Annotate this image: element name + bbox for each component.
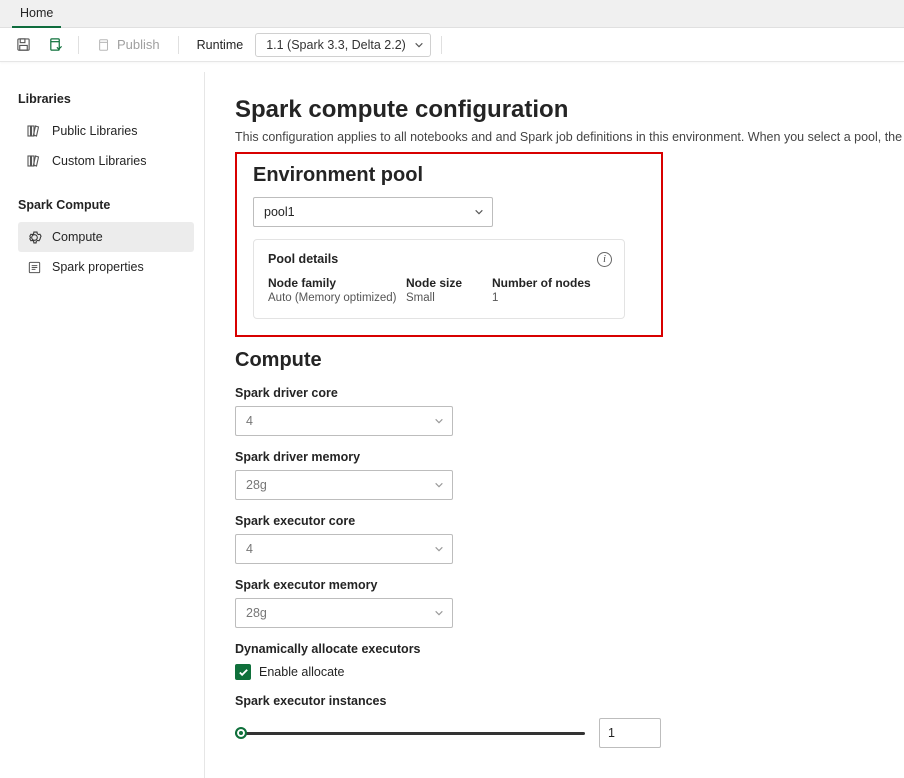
sidebar-item-custom-libraries[interactable]: Custom Libraries <box>18 146 194 176</box>
library-icon <box>26 153 42 169</box>
executor-instances-label: Spark executor instances <box>235 694 904 708</box>
toolbar: Publish Runtime 1.1 (Spark 3.3, Delta 2.… <box>0 28 904 62</box>
sidebar-item-compute[interactable]: Compute <box>18 222 194 252</box>
environment-pool-title: Environment pool <box>253 164 645 187</box>
environment-pool-highlight: Environment pool pool1 Pool details i No… <box>235 152 663 337</box>
driver-memory-select[interactable]: 28g <box>235 470 453 500</box>
toolbar-separator <box>441 36 442 54</box>
node-size-label: Node size <box>406 276 492 290</box>
chevron-down-icon <box>434 608 444 618</box>
enable-allocate-label: Enable allocate <box>259 665 344 679</box>
node-family-value: Auto (Memory optimized) <box>268 292 406 304</box>
tab-home[interactable]: Home <box>12 2 61 28</box>
slider-track <box>235 732 585 735</box>
chevron-down-icon <box>434 480 444 490</box>
runtime-select[interactable]: 1.1 (Spark 3.3, Delta 2.2) <box>255 33 431 57</box>
chevron-down-icon <box>434 416 444 426</box>
properties-icon <box>26 259 42 275</box>
save-icon[interactable] <box>10 32 36 58</box>
executor-memory-select[interactable]: 28g <box>235 598 453 628</box>
library-icon <box>26 123 42 139</box>
node-size-value: Small <box>406 292 492 304</box>
sidebar-item-label: Public Libraries <box>52 124 137 138</box>
discard-icon[interactable] <box>42 32 68 58</box>
publish-button: Publish <box>89 32 168 58</box>
driver-core-value: 4 <box>246 414 253 428</box>
runtime-value: 1.1 (Spark 3.3, Delta 2.2) <box>266 38 406 52</box>
publish-label: Publish <box>117 37 160 52</box>
pool-details-card: Pool details i Node family Auto (Memory … <box>253 239 625 319</box>
executor-core-value: 4 <box>246 542 253 556</box>
executor-core-select[interactable]: 4 <box>235 534 453 564</box>
sidebar-item-spark-properties[interactable]: Spark properties <box>18 252 194 282</box>
toolbar-separator <box>178 36 179 54</box>
executor-memory-label: Spark executor memory <box>235 578 904 592</box>
sidebar: Libraries Public Libraries Custom Librar… <box>0 72 205 778</box>
driver-core-select[interactable]: 4 <box>235 406 453 436</box>
main-content: Spark compute configuration This configu… <box>205 72 904 778</box>
sidebar-group-libraries: Libraries <box>18 92 194 106</box>
driver-memory-value: 28g <box>246 478 267 492</box>
dynamic-allocate-label: Dynamically allocate executors <box>235 642 904 656</box>
pool-select[interactable]: pool1 <box>253 197 493 227</box>
sidebar-item-label: Custom Libraries <box>52 154 146 168</box>
chevron-down-icon <box>474 207 484 217</box>
executor-instances-slider[interactable] <box>235 725 585 741</box>
driver-core-label: Spark driver core <box>235 386 904 400</box>
pool-select-value: pool1 <box>264 205 295 219</box>
chevron-down-icon <box>434 544 444 554</box>
sidebar-item-public-libraries[interactable]: Public Libraries <box>18 116 194 146</box>
page-title: Spark compute configuration <box>235 96 904 124</box>
sidebar-item-label: Compute <box>52 230 103 244</box>
toolbar-separator <box>78 36 79 54</box>
chevron-down-icon <box>414 40 424 50</box>
page-description: This configuration applies to all notebo… <box>235 130 904 144</box>
node-family-label: Node family <box>268 276 406 290</box>
executor-instances-input[interactable]: 1 <box>599 718 661 748</box>
executor-core-label: Spark executor core <box>235 514 904 528</box>
publish-icon <box>97 38 111 52</box>
driver-memory-label: Spark driver memory <box>235 450 904 464</box>
num-nodes-value: 1 <box>492 292 610 304</box>
top-tab-strip: Home <box>0 0 904 28</box>
executor-instances-value: 1 <box>608 726 615 740</box>
slider-handle[interactable] <box>235 727 247 739</box>
compute-title: Compute <box>235 349 904 372</box>
info-icon[interactable]: i <box>597 252 612 267</box>
gear-icon <box>26 229 42 245</box>
pool-details-title: Pool details <box>268 252 610 266</box>
sidebar-item-label: Spark properties <box>52 260 144 274</box>
enable-allocate-checkbox[interactable] <box>235 664 251 680</box>
runtime-label: Runtime <box>197 38 244 52</box>
num-nodes-label: Number of nodes <box>492 276 610 290</box>
executor-memory-value: 28g <box>246 606 267 620</box>
sidebar-group-compute: Spark Compute <box>18 198 194 212</box>
